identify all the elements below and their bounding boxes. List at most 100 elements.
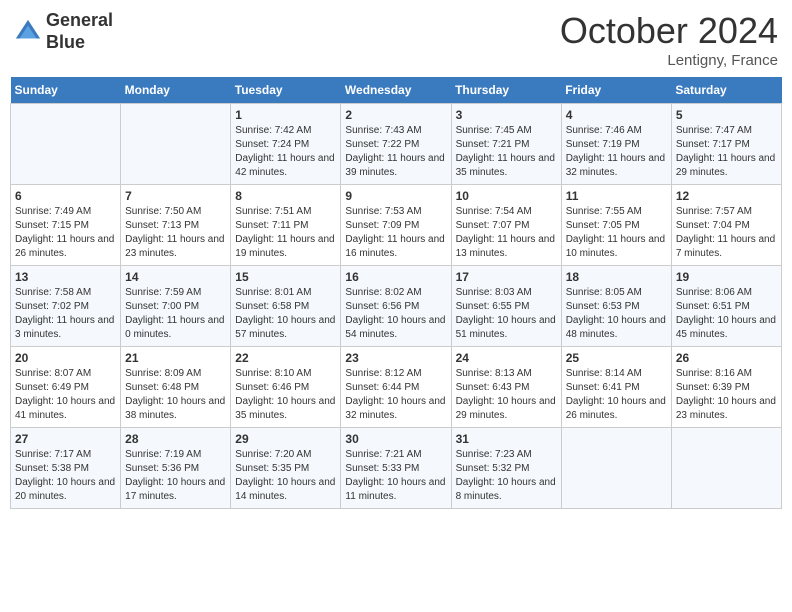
day-number: 7 [125,189,226,203]
calendar-cell: 28Sunrise: 7:19 AMSunset: 5:36 PMDayligh… [121,428,231,509]
calendar-cell [121,104,231,185]
day-number: 10 [456,189,557,203]
day-number: 21 [125,351,226,365]
day-info: Sunrise: 8:03 AMSunset: 6:55 PMDaylight:… [456,286,557,342]
day-info: Sunrise: 8:13 AMSunset: 6:43 PMDaylight:… [456,367,557,423]
day-header-wednesday: Wednesday [341,77,451,104]
calendar-cell [671,428,781,509]
calendar-cell: 31Sunrise: 7:23 AMSunset: 5:32 PMDayligh… [451,428,561,509]
day-number: 6 [15,189,116,203]
day-info: Sunrise: 7:45 AMSunset: 7:21 PMDaylight:… [456,124,557,180]
day-info: Sunrise: 8:10 AMSunset: 6:46 PMDaylight:… [235,367,336,423]
day-header-tuesday: Tuesday [231,77,341,104]
day-info: Sunrise: 7:55 AMSunset: 7:05 PMDaylight:… [566,205,667,261]
day-number: 15 [235,270,336,284]
day-info: Sunrise: 7:46 AMSunset: 7:19 PMDaylight:… [566,124,667,180]
calendar-week-row: 27 Sunrise: 7:17 AMSunset: 5:38 PMDayligh… [11,428,782,509]
calendar-cell [11,104,121,185]
day-number: 22 [235,351,336,365]
day-number: 1 [235,108,336,122]
day-info: Sunrise: 8:07 AMSunset: 6:49 PMDaylight:… [15,367,116,423]
calendar-cell: 5 Sunrise: 7:47 AMSunset: 7:17 PMDaylight… [671,104,781,185]
day-header-monday: Monday [121,77,231,104]
calendar-cell: 9 Sunrise: 7:53 AMSunset: 7:09 PMDaylight… [341,185,451,266]
calendar-cell: 18Sunrise: 8:05 AMSunset: 6:53 PMDayligh… [561,266,671,347]
day-info: Sunrise: 7:50 AMSunset: 7:13 PMDaylight:… [125,205,226,261]
day-number: 18 [566,270,667,284]
page-header: General Blue October 2024 Lentigny, Fran… [10,10,782,69]
day-header-saturday: Saturday [671,77,781,104]
day-number: 11 [566,189,667,203]
day-info: Sunrise: 8:16 AMSunset: 6:39 PMDaylight:… [676,367,777,423]
day-info: Sunrise: 8:02 AMSunset: 6:56 PMDaylight:… [345,286,446,342]
day-header-friday: Friday [561,77,671,104]
day-info: Sunrise: 8:09 AMSunset: 6:48 PMDaylight:… [125,367,226,423]
calendar-week-row: 1 Sunrise: 7:42 AMSunset: 7:24 PMDaylight… [11,104,782,185]
day-info: Sunrise: 8:12 AMSunset: 6:44 PMDaylight:… [345,367,446,423]
logo-icon [14,18,42,46]
calendar-cell [561,428,671,509]
day-number: 5 [676,108,777,122]
day-info: Sunrise: 7:57 AMSunset: 7:04 PMDaylight:… [676,205,777,261]
calendar-cell: 17 Sunrise: 8:03 AMSunset: 6:55 PMDayligh… [451,266,561,347]
day-number: 27 [15,432,116,446]
day-number: 20 [15,351,116,365]
day-info: Sunrise: 7:49 AMSunset: 7:15 PMDaylight:… [15,205,116,261]
day-number: 12 [676,189,777,203]
calendar-cell: 12 Sunrise: 7:57 AMSunset: 7:04 PMDayligh… [671,185,781,266]
day-info: Sunrise: 7:58 AMSunset: 7:02 PMDaylight:… [15,286,116,342]
day-info: Sunrise: 7:54 AMSunset: 7:07 PMDaylight:… [456,205,557,261]
day-number: 2 [345,108,446,122]
day-number: 30 [345,432,446,446]
day-number: 31 [456,432,557,446]
calendar-cell: 15 Sunrise: 8:01 AMSunset: 6:58 PMDayligh… [231,266,341,347]
day-info: Sunrise: 7:42 AMSunset: 7:24 PMDaylight:… [235,124,336,180]
logo-text: General Blue [46,10,113,53]
month-title: October 2024 [560,10,778,52]
calendar-cell: 6 Sunrise: 7:49 AMSunset: 7:15 PMDaylight… [11,185,121,266]
day-info: Sunrise: 7:21 AMSunset: 5:33 PMDaylight:… [345,448,446,504]
day-number: 9 [345,189,446,203]
day-info: Sunrise: 7:47 AMSunset: 7:17 PMDaylight:… [676,124,777,180]
calendar-cell: 10 Sunrise: 7:54 AMSunset: 7:07 PMDayligh… [451,185,561,266]
calendar-cell: 2 Sunrise: 7:43 AMSunset: 7:22 PMDaylight… [341,104,451,185]
day-info: Sunrise: 8:01 AMSunset: 6:58 PMDaylight:… [235,286,336,342]
day-number: 24 [456,351,557,365]
calendar-cell: 4 Sunrise: 7:46 AMSunset: 7:19 PMDaylight… [561,104,671,185]
day-info: Sunrise: 7:51 AMSunset: 7:11 PMDaylight:… [235,205,336,261]
day-info: Sunrise: 8:06 AMSunset: 6:51 PMDaylight:… [676,286,777,342]
calendar-cell: 23Sunrise: 8:12 AMSunset: 6:44 PMDayligh… [341,347,451,428]
calendar-week-row: 13Sunrise: 7:58 AMSunset: 7:02 PMDayligh… [11,266,782,347]
day-number: 17 [456,270,557,284]
calendar-cell: 3Sunrise: 7:45 AMSunset: 7:21 PMDaylight… [451,104,561,185]
day-number: 8 [235,189,336,203]
calendar-cell: 30 Sunrise: 7:21 AMSunset: 5:33 PMDayligh… [341,428,451,509]
day-number: 4 [566,108,667,122]
calendar-cell: 13Sunrise: 7:58 AMSunset: 7:02 PMDayligh… [11,266,121,347]
calendar-header-row: SundayMondayTuesdayWednesdayThursdayFrid… [11,77,782,104]
calendar-cell: 7 Sunrise: 7:50 AMSunset: 7:13 PMDaylight… [121,185,231,266]
logo: General Blue [14,10,113,53]
calendar-cell: 21 Sunrise: 8:09 AMSunset: 6:48 PMDayligh… [121,347,231,428]
day-number: 29 [235,432,336,446]
calendar-cell: 8 Sunrise: 7:51 AMSunset: 7:11 PMDaylight… [231,185,341,266]
calendar-week-row: 20 Sunrise: 8:07 AMSunset: 6:49 PMDayligh… [11,347,782,428]
day-header-sunday: Sunday [11,77,121,104]
day-info: Sunrise: 7:19 AMSunset: 5:36 PMDaylight:… [125,448,226,504]
calendar-cell: 16Sunrise: 8:02 AMSunset: 6:56 PMDayligh… [341,266,451,347]
calendar-cell: 25Sunrise: 8:14 AMSunset: 6:41 PMDayligh… [561,347,671,428]
day-info: Sunrise: 7:43 AMSunset: 7:22 PMDaylight:… [345,124,446,180]
calendar-cell: 1 Sunrise: 7:42 AMSunset: 7:24 PMDaylight… [231,104,341,185]
calendar-cell: 11 Sunrise: 7:55 AMSunset: 7:05 PMDayligh… [561,185,671,266]
day-info: Sunrise: 7:53 AMSunset: 7:09 PMDaylight:… [345,205,446,261]
calendar-week-row: 6 Sunrise: 7:49 AMSunset: 7:15 PMDaylight… [11,185,782,266]
day-info: Sunrise: 7:20 AMSunset: 5:35 PMDaylight:… [235,448,336,504]
calendar-cell: 27 Sunrise: 7:17 AMSunset: 5:38 PMDayligh… [11,428,121,509]
calendar-cell: 22 Sunrise: 8:10 AMSunset: 6:46 PMDayligh… [231,347,341,428]
day-number: 26 [676,351,777,365]
location-subtitle: Lentigny, France [560,52,778,69]
calendar-table: SundayMondayTuesdayWednesdayThursdayFrid… [10,77,782,509]
calendar-cell: 19Sunrise: 8:06 AMSunset: 6:51 PMDayligh… [671,266,781,347]
day-info: Sunrise: 7:17 AMSunset: 5:38 PMDaylight:… [15,448,116,504]
calendar-cell: 14Sunrise: 7:59 AMSunset: 7:00 PMDayligh… [121,266,231,347]
